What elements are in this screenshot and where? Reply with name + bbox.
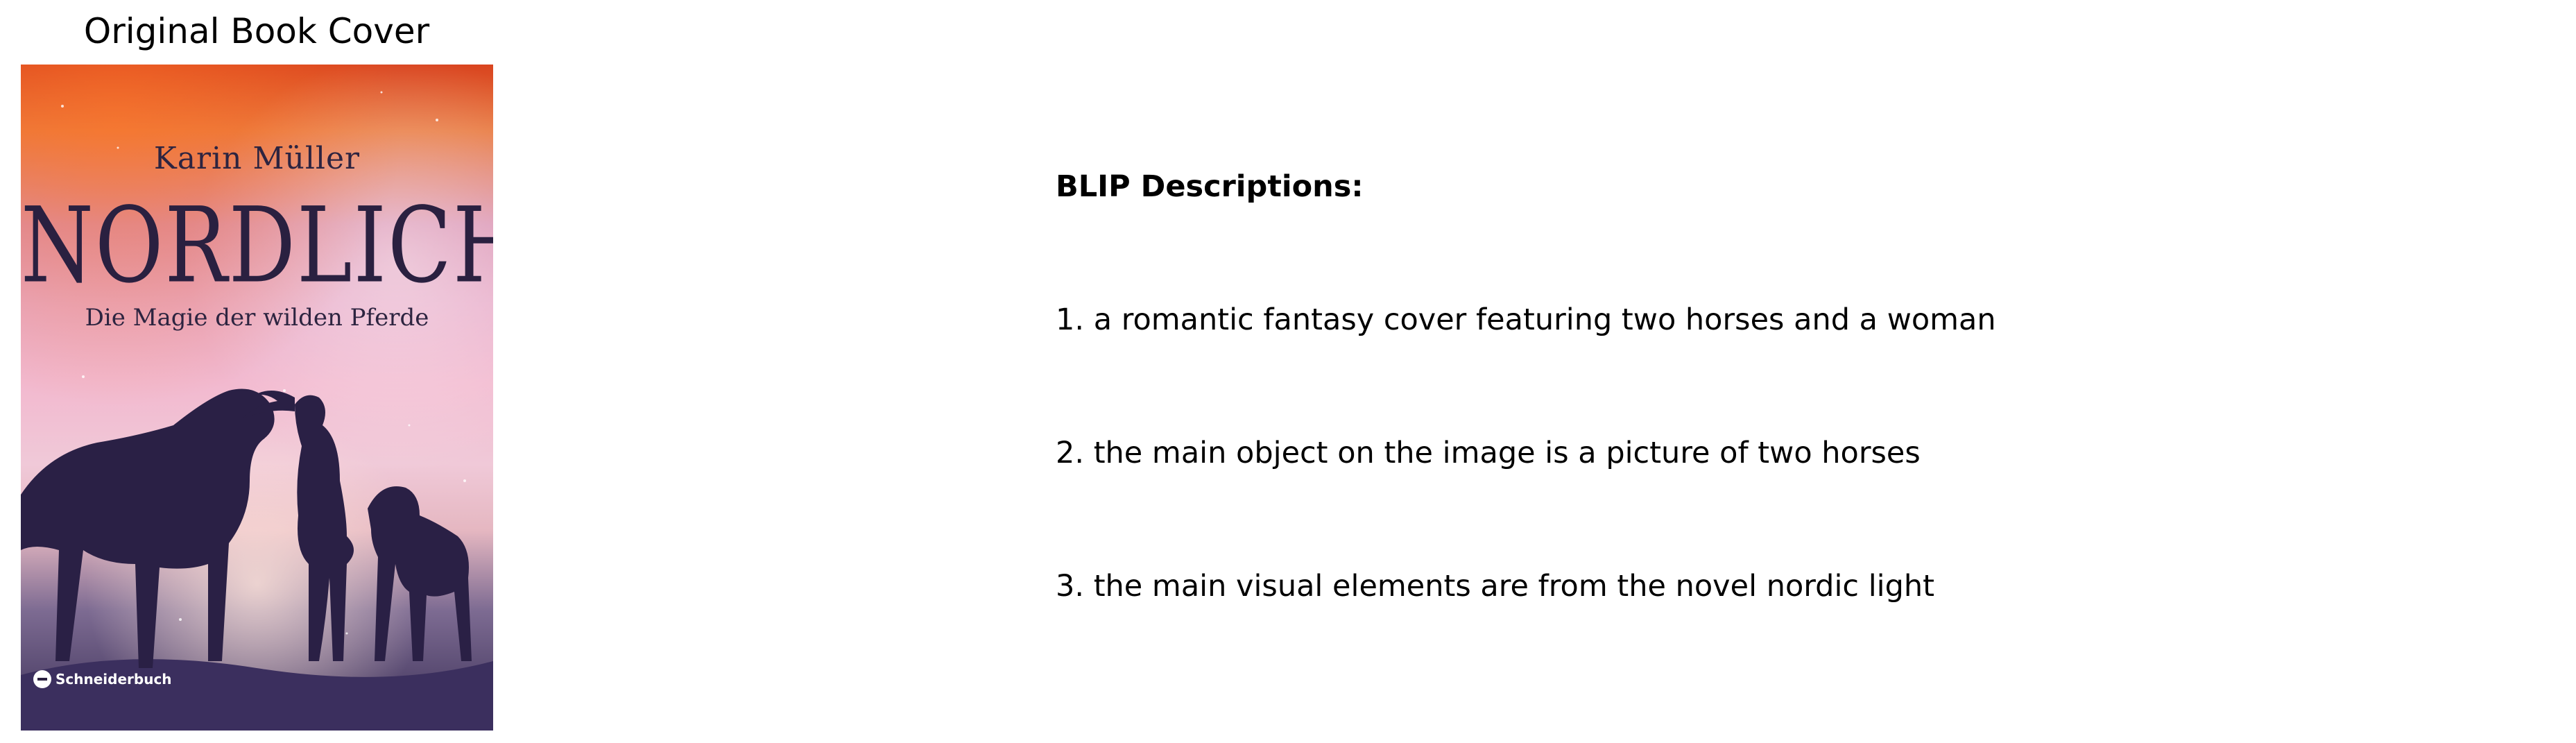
right-pony-silhouette xyxy=(368,486,472,661)
publisher-name: Schneiderbuch xyxy=(55,671,172,688)
panel-title: Original Book Cover xyxy=(83,11,430,51)
sparkles xyxy=(61,91,466,690)
cover-subtitle: Die Magie der wilden Pferde xyxy=(85,304,429,332)
publisher-logo-icon xyxy=(33,670,51,688)
description-item: 2. the main object on the image is a pic… xyxy=(1056,436,1921,470)
cover-publisher: Schneiderbuch xyxy=(33,670,172,688)
book-cover-image: Karin Müller NORDLICHT Die Magie der wil… xyxy=(21,65,493,731)
descriptions-heading: BLIP Descriptions: xyxy=(1056,169,1364,204)
cover-author: Karin Müller xyxy=(153,141,361,176)
woman-silhouette xyxy=(295,395,354,661)
description-item: 3. the main visual elements are from the… xyxy=(1056,569,1935,604)
left-horse-silhouette xyxy=(21,388,275,668)
cover-title: NORDLICHT xyxy=(21,186,493,307)
figure: Original Book Cover Karin Müller NORDLIC… xyxy=(0,0,2576,743)
description-item: 1. a romantic fantasy cover featuring tw… xyxy=(1056,302,1996,337)
